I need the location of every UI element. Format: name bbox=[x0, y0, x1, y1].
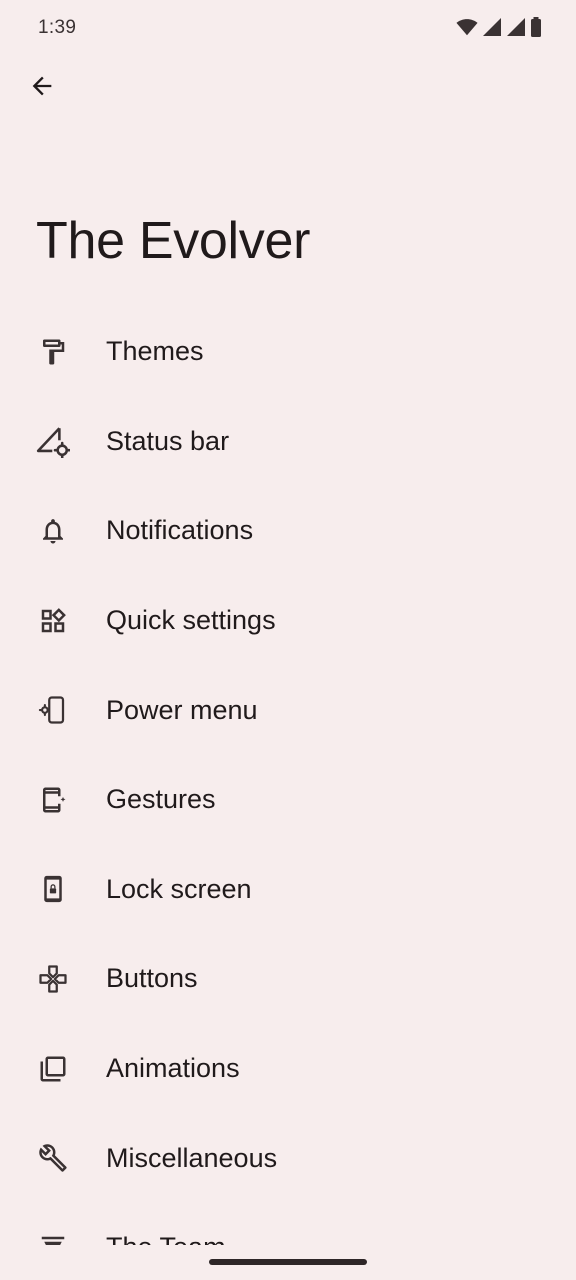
settings-list: Themes Status bar Notifications Quick se… bbox=[0, 307, 576, 1245]
menu-item-label: The Team bbox=[106, 1232, 226, 1245]
menu-item-label: Quick settings bbox=[106, 605, 276, 636]
menu-item-label: Animations bbox=[106, 1053, 240, 1084]
menu-item-notifications[interactable]: Notifications bbox=[0, 486, 576, 576]
menu-item-buttons[interactable]: Buttons bbox=[0, 934, 576, 1024]
phone-lock-icon bbox=[36, 872, 70, 906]
page-title: The Evolver bbox=[36, 212, 311, 270]
menu-item-gestures[interactable]: Gestures bbox=[0, 755, 576, 845]
back-button[interactable] bbox=[20, 64, 64, 108]
team-icon bbox=[36, 1231, 70, 1245]
menu-item-power-menu[interactable]: Power menu bbox=[0, 665, 576, 755]
wifi-icon bbox=[456, 19, 478, 36]
library-icon bbox=[36, 1052, 70, 1086]
menu-item-quick-settings[interactable]: Quick settings bbox=[0, 576, 576, 666]
wrench-icon bbox=[36, 1141, 70, 1175]
menu-item-label: Lock screen bbox=[106, 873, 252, 904]
settings-list-viewport[interactable]: Themes Status bar Notifications Quick se… bbox=[0, 307, 576, 1245]
gesture-navigation-handle[interactable] bbox=[209, 1259, 367, 1265]
arrow-back-icon bbox=[32, 76, 52, 96]
menu-item-label: Power menu bbox=[106, 694, 258, 725]
battery-icon bbox=[531, 17, 541, 37]
menu-item-label: Status bar bbox=[106, 425, 230, 456]
menu-item-themes[interactable]: Themes bbox=[0, 307, 576, 397]
status-time: 1:39 bbox=[38, 17, 77, 38]
bell-icon bbox=[36, 514, 70, 548]
menu-item-miscellaneous[interactable]: Miscellaneous bbox=[0, 1113, 576, 1203]
menu-item-label: Buttons bbox=[106, 963, 198, 994]
status-bar: 1:39 bbox=[0, 0, 576, 56]
signal-settings-icon bbox=[36, 424, 70, 459]
gamepad-icon bbox=[36, 962, 70, 996]
widgets-icon bbox=[36, 604, 70, 638]
menu-item-label: Themes bbox=[106, 336, 204, 367]
menu-item-lock-screen[interactable]: Lock screen bbox=[0, 845, 576, 935]
menu-item-label: Notifications bbox=[106, 515, 254, 546]
menu-item-label: Miscellaneous bbox=[106, 1142, 278, 1173]
menu-item-animations[interactable]: Animations bbox=[0, 1024, 576, 1114]
phone-sparkle-icon bbox=[36, 783, 70, 817]
menu-item-status-bar[interactable]: Status bar bbox=[0, 397, 576, 487]
status-icons bbox=[456, 17, 542, 37]
phone-settings-icon bbox=[36, 693, 70, 727]
menu-item-label: Gestures bbox=[106, 784, 216, 815]
signal-icon bbox=[483, 18, 501, 36]
signal-icon bbox=[507, 18, 525, 36]
menu-item-the-team[interactable]: The Team bbox=[0, 1203, 576, 1245]
paint-roller-icon bbox=[36, 335, 70, 369]
